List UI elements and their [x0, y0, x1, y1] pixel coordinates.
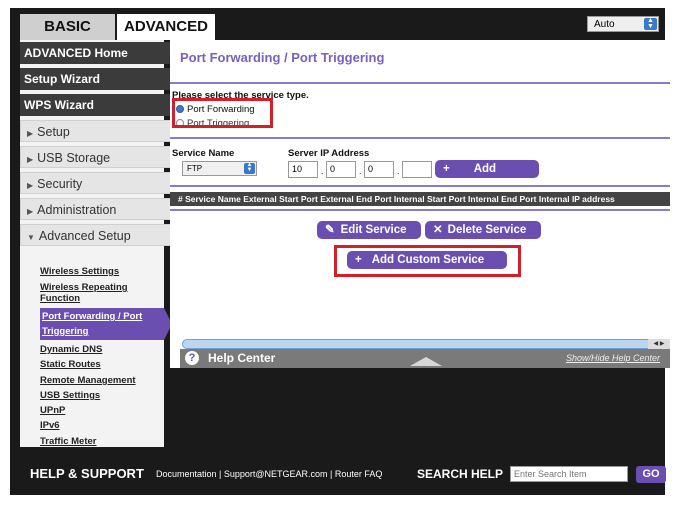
- sublink-upnp[interactable]: UPnP: [40, 405, 65, 417]
- chevron-right-icon: ▶: [27, 181, 34, 190]
- nav-advanced-home[interactable]: ADVANCED Home: [20, 42, 172, 64]
- edit-service-button[interactable]: ✎ Edit Service: [317, 221, 421, 239]
- nav-setup-wizard[interactable]: Setup Wizard: [20, 68, 172, 90]
- ip-octet-4[interactable]: [402, 161, 432, 178]
- left-navigation: ADVANCED Home Setup Wizard WPS Wizard ▶ S…: [20, 40, 172, 448]
- nav-wps-wizard[interactable]: WPS Wizard: [20, 94, 172, 116]
- tab-advanced[interactable]: ADVANCED: [117, 14, 215, 40]
- nav-administration[interactable]: ▶ Administration: [20, 198, 172, 220]
- divider: [170, 209, 670, 211]
- divider: [170, 82, 670, 84]
- footer-links[interactable]: Documentation | Support@NETGEAR.com | Ro…: [156, 469, 382, 479]
- ip-octet-2[interactable]: 0: [326, 161, 356, 178]
- expand-triangle-icon[interactable]: [410, 357, 442, 366]
- highlight-add-custom-service: [334, 245, 521, 277]
- sublink-port-triggering-label: Triggering: [42, 326, 89, 337]
- sublink-ipv6[interactable]: IPv6: [40, 420, 60, 432]
- sublink-port-forwarding-label: Port Forwarding / Port: [42, 311, 143, 322]
- nav-usb-storage-label: USB Storage: [37, 151, 111, 165]
- scroll-arrows-icon[interactable]: ◀ ▶: [648, 339, 670, 349]
- sublink-wireless-repeating-2[interactable]: Function: [40, 293, 80, 305]
- nav-security[interactable]: ▶ Security: [20, 172, 172, 194]
- sublink-usb-settings[interactable]: USB Settings: [40, 390, 100, 402]
- add-button-label: Add: [473, 163, 497, 175]
- divider: [170, 137, 670, 139]
- question-icon: ?: [185, 351, 199, 365]
- chevron-right-icon: ▶: [27, 129, 34, 138]
- ip-octet-3[interactable]: 0: [364, 161, 394, 178]
- chevron-down-icon: ▼: [27, 233, 35, 242]
- sublink-port-forwarding-active[interactable]: Port Forwarding / Port Triggering: [40, 308, 164, 340]
- nav-administration-label: Administration: [37, 203, 117, 217]
- horizontal-scrollbar[interactable]: [182, 339, 670, 349]
- go-button[interactable]: GO: [636, 466, 666, 483]
- auto-select[interactable]: Auto ▲ ▼: [587, 16, 659, 32]
- search-help-label: SEARCH HELP: [417, 467, 504, 481]
- page-title: Port Forwarding / Port Triggering: [180, 50, 385, 65]
- search-input[interactable]: [510, 466, 628, 482]
- router-admin-frame: BASIC ADVANCED Auto ▲ ▼ ADVANCED Home Set…: [10, 8, 670, 495]
- pencil-icon: ✎: [325, 224, 335, 236]
- select-arrows-icon: ▲ ▼: [244, 162, 255, 174]
- divider: [170, 185, 670, 187]
- add-button[interactable]: + Add: [435, 160, 539, 178]
- main-content: Port Forwarding / Port Triggering Please…: [170, 40, 670, 368]
- plus-icon: +: [443, 163, 450, 175]
- edit-service-label: Edit Service: [340, 224, 407, 236]
- sublink-static-routes[interactable]: Static Routes: [40, 359, 101, 371]
- help-support-title: HELP & SUPPORT: [30, 466, 144, 481]
- nav-usb-storage[interactable]: ▶ USB Storage: [20, 146, 172, 168]
- service-name-select[interactable]: FTP ▲ ▼: [182, 161, 257, 176]
- service-name-label: Service Name: [172, 148, 235, 159]
- server-ip-label: Server IP Address: [288, 148, 370, 159]
- nav-setup[interactable]: ▶ Setup: [20, 120, 172, 142]
- tab-basic[interactable]: BASIC: [20, 14, 115, 40]
- sublink-traffic-meter[interactable]: Traffic Meter: [40, 436, 97, 448]
- delete-service-label: Delete Service: [447, 224, 527, 236]
- footer: HELP & SUPPORT Documentation | Support@N…: [20, 455, 675, 495]
- close-icon: ✕: [433, 224, 443, 236]
- table-header: # Service Name External Start Port Exter…: [170, 192, 670, 206]
- ip-octet-1[interactable]: 10: [288, 161, 318, 178]
- chevron-right-icon: ▶: [27, 207, 34, 216]
- nav-advanced-setup[interactable]: ▼ Advanced Setup: [20, 224, 172, 246]
- ip-dot: .: [321, 166, 324, 176]
- highlight-port-forwarding: [172, 98, 273, 128]
- show-hide-help-link[interactable]: Show/Hide Help Center: [566, 353, 660, 363]
- help-center-bar[interactable]: ? Help Center Show/Hide Help Center: [180, 349, 670, 368]
- sublink-remote-management[interactable]: Remote Management: [40, 375, 136, 387]
- sublink-wireless-settings[interactable]: Wireless Settings: [40, 266, 119, 278]
- nav-advanced-setup-label: Advanced Setup: [38, 229, 131, 243]
- help-center-title: Help Center: [208, 351, 276, 365]
- auto-select-value: Auto: [594, 19, 615, 30]
- ip-dot: .: [359, 166, 362, 176]
- delete-service-button[interactable]: ✕ Delete Service: [425, 221, 541, 239]
- ip-dot: .: [397, 166, 400, 176]
- chevron-right-icon: ▶: [27, 155, 34, 164]
- service-name-value: FTP: [187, 164, 203, 173]
- select-arrows-icon: ▲ ▼: [644, 17, 657, 30]
- sublink-dynamic-dns[interactable]: Dynamic DNS: [40, 344, 102, 356]
- nav-security-label: Security: [37, 177, 83, 191]
- nav-setup-label: Setup: [37, 125, 70, 139]
